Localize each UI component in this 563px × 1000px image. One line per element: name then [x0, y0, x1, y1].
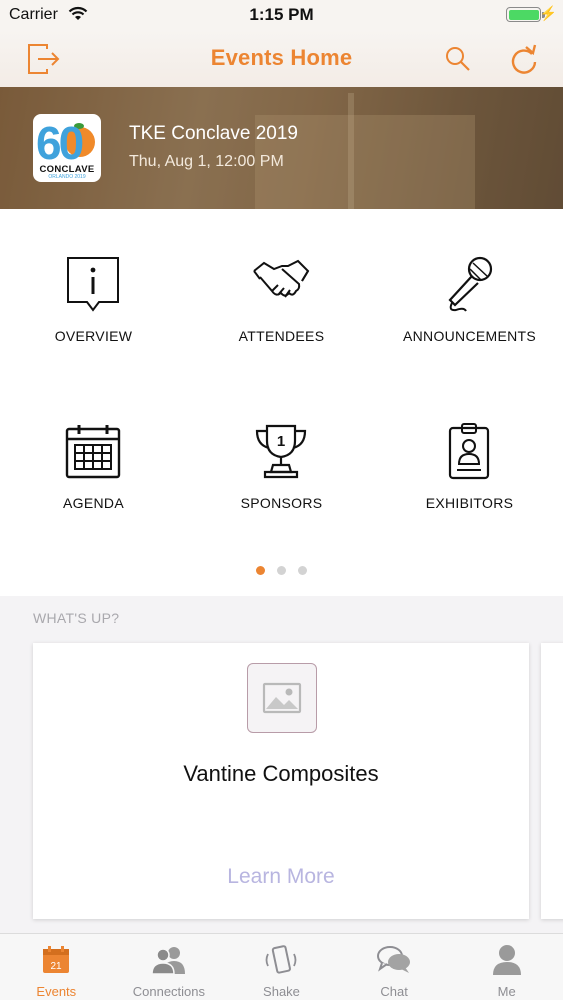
whats-up-heading: WHAT'S UP?: [33, 610, 120, 626]
page-indicator: [0, 566, 563, 575]
calendar-day-text: 21: [51, 961, 63, 972]
menu-item-label: AGENDA: [63, 495, 124, 511]
menu-item-agenda[interactable]: AGENDA: [0, 421, 187, 551]
battery-icon: [506, 7, 541, 22]
menu-item-label: OVERVIEW: [54, 328, 133, 344]
navigation-bar: Events Home: [0, 30, 563, 87]
menu-item-label: ATTENDEES: [238, 328, 325, 344]
whats-up-card[interactable]: Vantine Composites Learn More: [33, 643, 529, 919]
menu-item-overview[interactable]: OVERVIEW: [0, 254, 187, 384]
tab-label: Events: [36, 984, 77, 999]
calendar-icon: [65, 425, 121, 479]
event-logo: 60 CONCLAVE ORLANDO 2019: [33, 114, 101, 182]
event-logo-subtitle: ORLANDO 2019: [48, 174, 86, 180]
handshake-icon: [253, 259, 310, 298]
card-title: Vantine Composites: [183, 761, 379, 786]
tab-connections[interactable]: Connections: [113, 934, 226, 1000]
status-bar: Carrier 1:15 PM ⚡: [0, 0, 563, 30]
event-banner[interactable]: 60 CONCLAVE ORLANDO 2019 TKE Conclave 20…: [0, 87, 563, 209]
svg-text:1: 1: [277, 433, 285, 450]
people-icon: [151, 947, 185, 975]
menu-item-exhibitors[interactable]: EXHIBITORS: [376, 421, 563, 551]
next-card-peek[interactable]: [541, 643, 563, 919]
page-dot[interactable]: [277, 566, 286, 575]
tab-events[interactable]: 21 Events: [0, 934, 113, 1000]
menu-item-label: ANNOUNCEMENTS: [402, 328, 537, 344]
info-icon: [67, 257, 119, 312]
tab-shake[interactable]: Shake: [225, 934, 338, 1000]
tab-label: Chat: [380, 984, 408, 999]
page-dot[interactable]: [256, 566, 265, 575]
search-button[interactable]: [438, 40, 478, 78]
menu-item-label: SPONSORS: [240, 495, 323, 511]
person-icon: [492, 945, 521, 975]
charging-icon: ⚡: [539, 5, 557, 21]
tab-label: Me: [497, 984, 516, 999]
event-title: TKE Conclave 2019: [129, 123, 298, 144]
shake-phone-icon: [266, 945, 297, 974]
menu-item-label: EXHIBITORS: [425, 495, 514, 511]
learn-more-link[interactable]: Learn More: [33, 865, 529, 889]
chat-bubbles-icon: [377, 946, 411, 973]
menu-item-announcements[interactable]: ANNOUNCEMENTS: [376, 254, 563, 384]
event-logo-number: 60: [36, 117, 84, 169]
menu-item-sponsors[interactable]: 1 SPONSORS: [188, 421, 375, 551]
tab-chat[interactable]: Chat: [338, 934, 451, 1000]
badge-icon: [448, 423, 490, 480]
clock: 1:15 PM: [249, 5, 314, 24]
page-title: Events Home: [210, 45, 353, 70]
microphone-icon: [448, 256, 493, 312]
tab-me[interactable]: Me: [450, 934, 563, 1000]
image-placeholder-icon: [247, 663, 317, 733]
search-icon: [446, 47, 470, 71]
refresh-icon: [511, 44, 537, 74]
menu-item-attendees[interactable]: ATTENDEES: [188, 254, 375, 384]
page-dot[interactable]: [298, 566, 307, 575]
calendar-icon: 21: [43, 946, 70, 973]
trophy-icon: 1: [255, 424, 307, 479]
tab-bar: 21 Events Connections Shake Chat Me: [0, 933, 563, 1000]
tab-label: Connections: [132, 984, 206, 999]
event-menu-grid: OVERVIEW ATTENDEES ANNOUNCEMENTS AGENDA …: [0, 209, 563, 596]
tab-label: Shake: [263, 984, 300, 999]
event-date: Thu, Aug 1, 12:00 PM: [129, 153, 284, 170]
refresh-button[interactable]: [504, 40, 544, 78]
